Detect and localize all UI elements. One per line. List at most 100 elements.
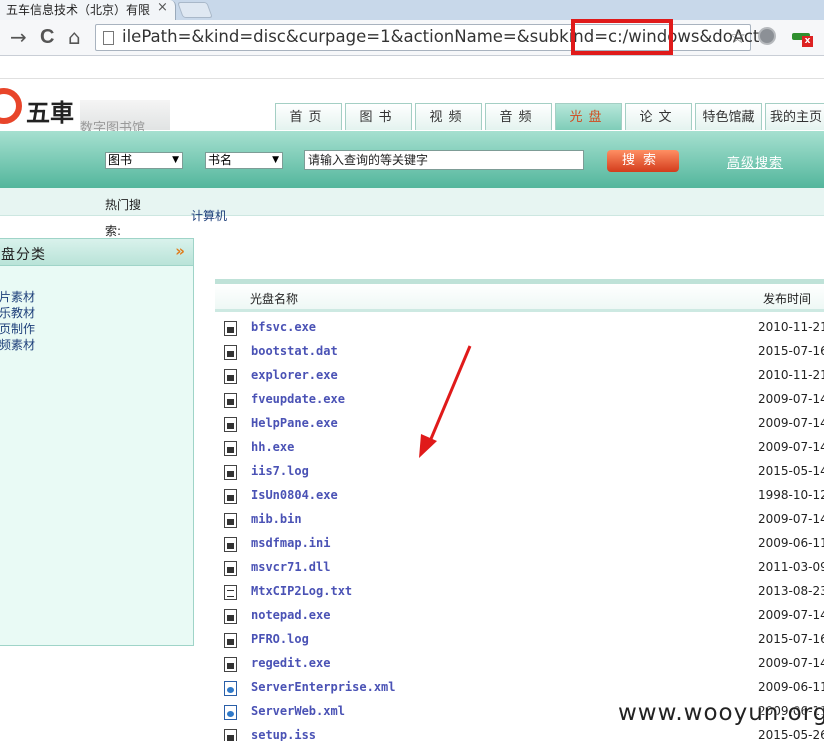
file-name-link[interactable]: mib.bin: [251, 512, 302, 526]
file-date: 2009-07-14: [758, 512, 824, 526]
file-name-link[interactable]: hh.exe: [251, 440, 294, 454]
file-name-link[interactable]: bootstat.dat: [251, 344, 338, 358]
file-name-link[interactable]: setup.iss: [251, 728, 316, 741]
file-date: 2015-05-26: [758, 728, 824, 741]
search-button[interactable]: 搜索: [607, 150, 679, 172]
file-date: 2011-03-09: [758, 560, 824, 574]
logo-text[interactable]: 五車: [26, 93, 74, 128]
file-icon: [224, 705, 237, 720]
tab-my-page[interactable]: 我的主页: [765, 103, 824, 130]
tab-title: 五车信息技术（北京）有限: [6, 3, 151, 17]
new-tab-button[interactable]: [177, 2, 213, 18]
table-row: bfsvc.exe 2010-11-21: [215, 315, 824, 339]
hot-search-label: 热门搜索:: [105, 198, 142, 238]
page-top-gap: [0, 57, 824, 79]
file-name-link[interactable]: MtxCIP2Log.txt: [251, 584, 352, 598]
tab-home[interactable]: 首页: [275, 103, 342, 130]
file-name-link[interactable]: bfsvc.exe: [251, 320, 316, 334]
file-name-link[interactable]: msvcr71.dll: [251, 560, 330, 574]
file-icon: [224, 465, 237, 480]
double-chevron-icon[interactable]: »: [175, 242, 185, 260]
bookmark-star-icon[interactable]: ☆: [729, 26, 746, 48]
file-name-link[interactable]: PFRO.log: [251, 632, 309, 646]
file-icon: [224, 321, 237, 336]
globe-icon[interactable]: [758, 27, 776, 45]
file-icon: [224, 489, 237, 504]
column-header-date: 发布时间: [763, 292, 812, 306]
type-select[interactable]: 图书 ▼: [105, 152, 183, 169]
file-icon: [224, 417, 237, 432]
file-name-link[interactable]: notepad.exe: [251, 608, 330, 622]
tab-papers[interactable]: 论文: [625, 103, 692, 130]
file-icon: [224, 585, 237, 600]
table-row: msvcr71.dll 2011-03-09: [215, 555, 824, 579]
file-icon: [224, 369, 237, 384]
tab-books[interactable]: 图书: [345, 103, 412, 130]
search-input[interactable]: 请输入查询的等关键字: [304, 150, 584, 170]
table-row: notepad.exe 2009-07-14: [215, 603, 824, 627]
file-date: 2009-07-14: [758, 440, 824, 454]
advanced-search-link[interactable]: 高级搜索: [727, 152, 783, 171]
field-select-value: 书名: [208, 153, 233, 167]
tab-video[interactable]: 视频: [415, 103, 482, 130]
file-icon: [224, 513, 237, 528]
browser-tabstrip: 五车信息技术（北京）有限 ×: [0, 0, 824, 20]
file-name-link[interactable]: explorer.exe: [251, 368, 338, 382]
file-date: 2009-06-11: [758, 680, 824, 694]
table-row: fveupdate.exe 2009-07-14: [215, 387, 824, 411]
list-header: [215, 284, 824, 312]
sidebar-category[interactable]: 页制作: [0, 320, 35, 337]
file-icon: [224, 609, 237, 624]
sidebar-category[interactable]: 频素材: [0, 336, 35, 353]
chevron-down-icon: ▼: [272, 155, 279, 165]
table-row: ServerEnterprise.xml 2009-06-11: [215, 675, 824, 699]
file-name-link[interactable]: iis7.log: [251, 464, 309, 478]
field-select[interactable]: 书名 ▼: [205, 152, 283, 169]
file-date: 2009-07-14: [758, 392, 824, 406]
browser-toolbar: → C ⌂ ilePath=&kind=disc&curpage=1&actio…: [0, 20, 824, 56]
file-icon: [224, 345, 237, 360]
table-row: explorer.exe 2010-11-21: [215, 363, 824, 387]
table-row: PFRO.log 2015-07-16: [215, 627, 824, 651]
tab-close-icon[interactable]: ×: [157, 0, 168, 15]
chevron-down-icon: ▼: [172, 155, 179, 165]
table-row: iis7.log 2015-05-14: [215, 459, 824, 483]
file-date: 2009-07-14: [758, 608, 824, 622]
table-row: regedit.exe 2009-07-14: [215, 651, 824, 675]
file-name-link[interactable]: ServerWeb.xml: [251, 704, 345, 718]
file-name-link[interactable]: fveupdate.exe: [251, 392, 345, 406]
category-sidebar: 盘分类 » 片素材 乐教材 页制作 频素材: [0, 238, 194, 646]
file-date: 2009-06-11: [758, 536, 824, 550]
file-icon: [224, 393, 237, 408]
extension-icon[interactable]: x: [792, 28, 814, 48]
file-date: 2013-08-23: [758, 584, 824, 598]
tab-discs[interactable]: 光盘: [555, 103, 622, 130]
file-date: 2009-07-14: [758, 656, 824, 670]
file-icon: [224, 561, 237, 576]
table-row: bootstat.dat 2015-07-16: [215, 339, 824, 363]
file-icon: [224, 729, 237, 741]
file-name-link[interactable]: HelpPane.exe: [251, 416, 338, 430]
file-date: 2015-07-16: [758, 344, 824, 358]
file-name-link[interactable]: IsUn0804.exe: [251, 488, 338, 502]
sidebar-category[interactable]: 乐教材: [0, 304, 35, 321]
file-icon: [224, 441, 237, 456]
sidebar-header: 盘分类 »: [0, 239, 193, 266]
browser-tab[interactable]: 五车信息技术（北京）有限 ×: [0, 0, 176, 20]
reload-icon[interactable]: C: [40, 25, 54, 49]
file-icon: [224, 537, 237, 552]
forward-arrow-icon[interactable]: →: [10, 25, 27, 49]
tab-audio[interactable]: 音频: [485, 103, 552, 130]
sidebar-title: 盘分类: [1, 247, 46, 263]
file-date: 2015-05-14: [758, 464, 824, 478]
home-icon[interactable]: ⌂: [68, 25, 81, 49]
file-date: 1998-10-12: [758, 488, 824, 502]
hot-search-keyword[interactable]: 计算机: [191, 207, 227, 224]
file-date: 2010-11-21: [758, 320, 824, 334]
file-name-link[interactable]: regedit.exe: [251, 656, 330, 670]
file-name-link[interactable]: msdfmap.ini: [251, 536, 330, 550]
sidebar-category[interactable]: 片素材: [0, 288, 35, 305]
tab-special-collections[interactable]: 特色馆藏: [695, 103, 762, 130]
file-name-link[interactable]: ServerEnterprise.xml: [251, 680, 396, 694]
file-icon: [224, 657, 237, 672]
